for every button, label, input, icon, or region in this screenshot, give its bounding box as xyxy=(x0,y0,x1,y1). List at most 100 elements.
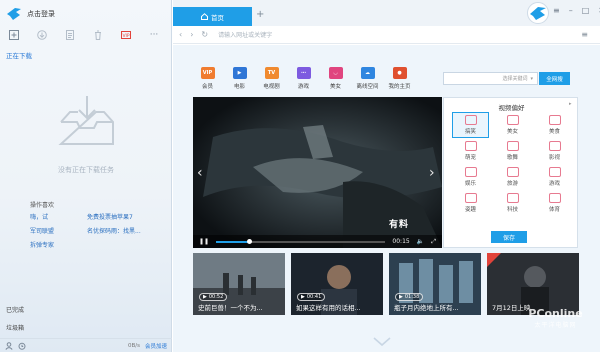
category-icon xyxy=(506,141,519,151)
progress-fill xyxy=(216,240,250,243)
pref-item[interactable]: 美食 xyxy=(536,112,573,138)
tab-bar: 首页 + ≡ – □ ✕ xyxy=(173,0,600,26)
svg-text:VIP: VIP xyxy=(122,33,129,39)
watermark-line: PConline xyxy=(528,307,583,320)
download-toolbar: VIP ··· xyxy=(0,27,172,42)
pref-label: 旅游 xyxy=(506,181,518,187)
empty-hint: 没有正在下载任务 xyxy=(58,166,114,174)
video-card[interactable]: ▶ 00:52 史前巨兽！一个不为... xyxy=(193,253,285,315)
pref-label: 美女 xyxy=(506,129,518,135)
url-input[interactable]: 请输入网址或关键字 xyxy=(218,30,272,39)
search-button[interactable]: 全网搜 xyxy=(539,72,570,85)
pref-label: 游戏 xyxy=(548,181,560,187)
recommend-link[interactable]: 拆弹专家 xyxy=(30,240,87,249)
recommend-link[interactable]: 名优探码雨：找黑... xyxy=(87,226,160,235)
volume-icon[interactable]: 🔈 xyxy=(417,238,424,245)
pref-label: 萌宠 xyxy=(464,155,476,161)
progress-slider[interactable] xyxy=(216,238,386,244)
pref-item[interactable]: 搞笑 xyxy=(452,112,489,138)
duration-badge: ▶ 00:52 xyxy=(199,293,228,301)
recommend-links: 嗨，试 免费投票抽苹果7 军司联盟 名优探码雨：找黑... 拆弹专家 xyxy=(30,212,160,249)
site-label: 游戏 xyxy=(297,84,309,90)
category-completed[interactable]: 已完成 xyxy=(6,305,24,314)
vip-accelerate-link[interactable]: 会员加速 xyxy=(145,342,167,350)
video-card[interactable]: ▶ 01:38 瓶子月内绝地上所有... xyxy=(389,253,481,315)
site-my-home[interactable]: ● 我的主页 xyxy=(387,67,412,90)
video-player[interactable]: ‹ › 有料 ❚❚ 00:15 🔈 ⤢ xyxy=(193,97,442,248)
login-label[interactable]: 点击登录 xyxy=(27,9,55,19)
pref-item[interactable]: 体育 xyxy=(536,190,573,216)
new-task-button[interactable] xyxy=(0,27,28,42)
site-label: 电视剧 xyxy=(263,84,280,90)
delete-task-button[interactable] xyxy=(84,27,112,42)
pref-item[interactable]: 美女 xyxy=(494,112,531,138)
progress-knob[interactable] xyxy=(247,238,253,244)
back-icon[interactable]: ‹ xyxy=(179,30,182,39)
more-button[interactable]: ··· xyxy=(140,27,168,42)
new-tab-button[interactable]: + xyxy=(256,9,264,20)
pref-item[interactable]: 娱乐 xyxy=(452,164,489,190)
pref-label: 体育 xyxy=(548,207,560,213)
person-icon[interactable] xyxy=(5,341,13,350)
category-icon xyxy=(548,193,561,203)
forward-icon[interactable]: › xyxy=(190,30,193,39)
recommend-link[interactable]: 嗨，试 xyxy=(30,212,87,221)
video-card[interactable]: ▶ 00:41 如果这样有用的话相... xyxy=(291,253,383,315)
next-arrow-icon[interactable]: › xyxy=(429,165,435,181)
pref-item[interactable]: 姿趣 xyxy=(452,190,489,216)
chevron-down-icon[interactable] xyxy=(373,337,391,347)
pref-item[interactable]: 旅游 xyxy=(494,164,531,190)
maximize-icon[interactable]: □ xyxy=(582,6,590,15)
trash-icon xyxy=(95,30,101,40)
site-beauty[interactable]: ◡ 美女 xyxy=(323,67,348,90)
vip-button[interactable]: VIP xyxy=(112,27,140,42)
mask-icon: ◡ xyxy=(328,67,343,79)
browser-area: 首页 + ≡ – □ ✕ ‹ › ↻ 请输入网址或关键字 ≡ VIP 会员 ▶ … xyxy=(173,0,600,352)
user-icon: ● xyxy=(392,67,407,79)
site-offline-space[interactable]: ☁ 离线空间 xyxy=(355,67,380,90)
category-icon xyxy=(464,167,477,177)
recommend-link[interactable]: 免费投票抽苹果7 xyxy=(87,212,160,221)
pref-item[interactable]: 歌舞 xyxy=(494,138,531,164)
browser-menu-icon[interactable]: ≡ xyxy=(581,30,588,39)
site-movie[interactable]: ▶ 电影 xyxy=(227,67,252,90)
category-downloading[interactable]: 正在下载 xyxy=(6,50,32,60)
chevron-down-icon: ▾ xyxy=(530,75,533,82)
menu-icon[interactable]: ≡ xyxy=(553,6,560,15)
pause-icon[interactable]: ❚❚ xyxy=(199,238,209,245)
site-label: 会员 xyxy=(201,84,213,90)
pref-item[interactable]: 科技 xyxy=(494,190,531,216)
alarm-icon[interactable] xyxy=(18,342,26,350)
home-page: VIP 会员 ▶ 电影 TV 电视剧 ⋯ 游戏 ◡ 美女 ☁ 离线空间 ● 我的… xyxy=(173,45,600,352)
save-button[interactable]: 保存 xyxy=(491,231,527,243)
site-vip[interactable]: VIP 会员 xyxy=(195,67,220,90)
refresh-icon[interactable]: ↻ xyxy=(201,30,208,39)
tab-home[interactable]: 首页 xyxy=(173,7,252,26)
site-game[interactable]: ⋯ 游戏 xyxy=(291,67,316,90)
empty-tray-icon xyxy=(58,96,114,145)
open-file-button[interactable] xyxy=(56,27,84,42)
site-label: 离线空间 xyxy=(356,84,379,90)
recommend-title: 操作喜欢 xyxy=(30,202,55,209)
pref-item[interactable]: 游戏 xyxy=(536,164,573,190)
video-card[interactable]: 7月12日上映 xyxy=(487,253,579,315)
category-icon xyxy=(548,141,561,151)
site-tv[interactable]: TV 电视剧 xyxy=(259,67,284,90)
prev-arrow-icon[interactable]: ‹ xyxy=(197,165,203,181)
youliao-watermark: 有料 xyxy=(389,220,410,230)
login-area[interactable]: 点击登录 xyxy=(6,6,55,22)
vip-icon: VIP xyxy=(200,67,215,79)
pref-item[interactable]: 影视 xyxy=(536,138,573,164)
category-icon xyxy=(506,167,519,177)
fullscreen-icon[interactable]: ⤢ xyxy=(431,238,436,246)
start-download-button[interactable] xyxy=(28,27,56,42)
pref-item[interactable]: 萌宠 xyxy=(452,138,489,164)
tab-label: 首页 xyxy=(211,13,224,22)
watermark-line: 太平洋电脑网 xyxy=(534,322,577,329)
duration-badge: ▶ 01:38 xyxy=(395,293,424,301)
category-trash[interactable]: 垃圾箱 xyxy=(6,323,24,332)
pref-label: 姿趣 xyxy=(464,207,476,213)
recommend-link[interactable]: 军司联盟 xyxy=(30,226,87,235)
search-input[interactable]: 选择关键词 ▾ xyxy=(443,72,538,85)
minimize-icon[interactable]: – xyxy=(569,6,573,15)
